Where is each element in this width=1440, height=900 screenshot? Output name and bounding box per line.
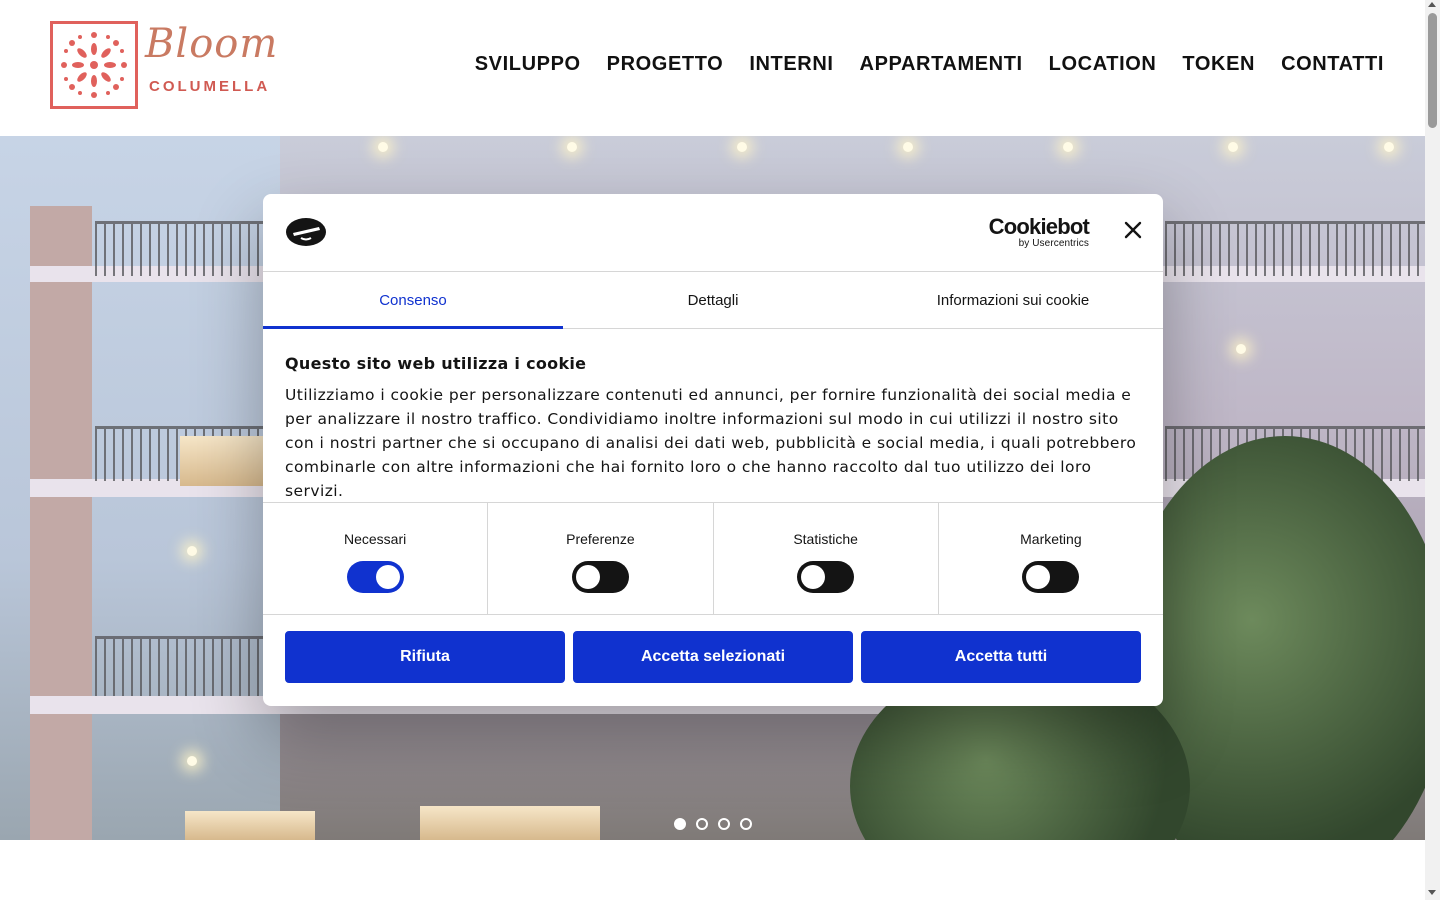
cookie-description: Utilizziamo i cookie per personalizzare … [285,386,1137,500]
close-icon[interactable] [1123,220,1143,240]
main-nav: SVILUPPO PROGETTO INTERNI APPARTAMENTI L… [475,53,1384,76]
toggle-knob [1026,565,1051,589]
scroll-up-arrow-icon[interactable] [1428,2,1436,7]
cookiebot-brand[interactable]: Cookiebot by Usercentrics [988,214,1090,249]
nav-item-appartamenti[interactable]: APPARTAMENTI [860,53,1023,76]
toggle-label-marketing: Marketing [1020,531,1082,547]
ceiling-light [378,142,388,152]
toggle-cell-marketing: Marketing [939,503,1163,614]
ceiling-light [187,756,197,766]
accept-all-button[interactable]: Accetta tutti [861,631,1141,683]
lit-window [420,806,600,840]
ceiling-light [1384,142,1394,152]
reject-button[interactable]: Rifiuta [285,631,565,683]
toggle-cell-statistiche: Statistiche [714,503,939,614]
cookiebot-brand-name: Cookiebot [988,214,1090,239]
ceiling-light [1063,142,1073,152]
slider-dot-1[interactable] [674,818,686,830]
ceiling-light [567,142,577,152]
site-cookie-logo-icon [285,216,327,248]
cookie-title: Questo sito web utilizza i cookie [285,354,587,373]
tab-informazioni[interactable]: Informazioni sui cookie [863,272,1163,328]
preferenze-toggle[interactable] [571,561,629,593]
balcony-railing [95,636,275,696]
site-header: Bloom COLUMELLA SVILUPPO PROGETTO INTERN… [0,0,1425,136]
ceiling-light [903,142,913,152]
cookie-body: Questo sito web utilizza i cookie Utiliz… [285,354,1145,503]
balcony-railing [95,221,275,276]
toggle-label-necessari: Necessari [344,531,407,547]
statistiche-toggle[interactable] [797,561,855,593]
nav-item-contatti[interactable]: CONTATTI [1281,53,1384,76]
lit-window [180,436,270,486]
tab-dettagli[interactable]: Dettagli [563,272,863,328]
accept-selected-button[interactable]: Accetta selezionati [573,631,853,683]
toggle-cell-preferenze: Preferenze [488,503,714,614]
logo-script-text: Bloom [145,21,279,67]
cookiebot-brand-sub: by Usercentrics [1018,238,1089,249]
lit-window [185,811,315,840]
necessari-toggle[interactable] [346,561,404,593]
nav-item-interni[interactable]: INTERNI [749,53,833,76]
cookie-action-buttons: Rifiuta Accetta selezionati Accetta tutt… [285,631,1141,683]
toggle-knob [375,565,400,589]
scroll-thumb[interactable] [1428,13,1437,128]
nav-item-sviluppo[interactable]: SVILUPPO [475,53,581,76]
site-logo[interactable]: Bloom COLUMELLA [50,21,280,109]
toggle-knob [575,565,600,589]
toggle-cell-necessari: Necessari [263,503,489,614]
cookie-consent-dialog: Cookiebot by Usercentrics Consenso Detta… [263,194,1163,706]
balcony-railing [1165,221,1425,276]
ceiling-light [187,546,197,556]
ceiling-light [1236,344,1246,354]
toggle-knob [801,565,826,589]
ceiling-light [1228,142,1238,152]
nav-item-progetto[interactable]: PROGETTO [607,53,724,76]
slider-dot-2[interactable] [696,818,708,830]
logo-subtitle: COLUMELLA [149,78,271,95]
ceiling-light [737,142,747,152]
building-pillar [30,206,92,840]
nav-item-token[interactable]: TOKEN [1182,53,1255,76]
marketing-toggle[interactable] [1022,561,1080,593]
scroll-down-arrow-icon[interactable] [1428,890,1436,895]
slider-dot-3[interactable] [718,818,730,830]
cookie-category-toggles: Necessari Preferenze Statistiche Marketi… [263,502,1163,615]
toggle-label-preferenze: Preferenze [566,531,635,547]
logo-flower-icon [50,21,138,109]
slider-dot-4[interactable] [740,818,752,830]
tab-consenso[interactable]: Consenso [263,272,563,329]
toggle-label-statistiche: Statistiche [793,531,858,547]
page-scrollbar[interactable] [1425,0,1440,900]
nav-item-location[interactable]: LOCATION [1049,53,1157,76]
slider-dots [674,818,752,830]
cookie-tabs: Consenso Dettagli Informazioni sui cooki… [263,271,1163,329]
